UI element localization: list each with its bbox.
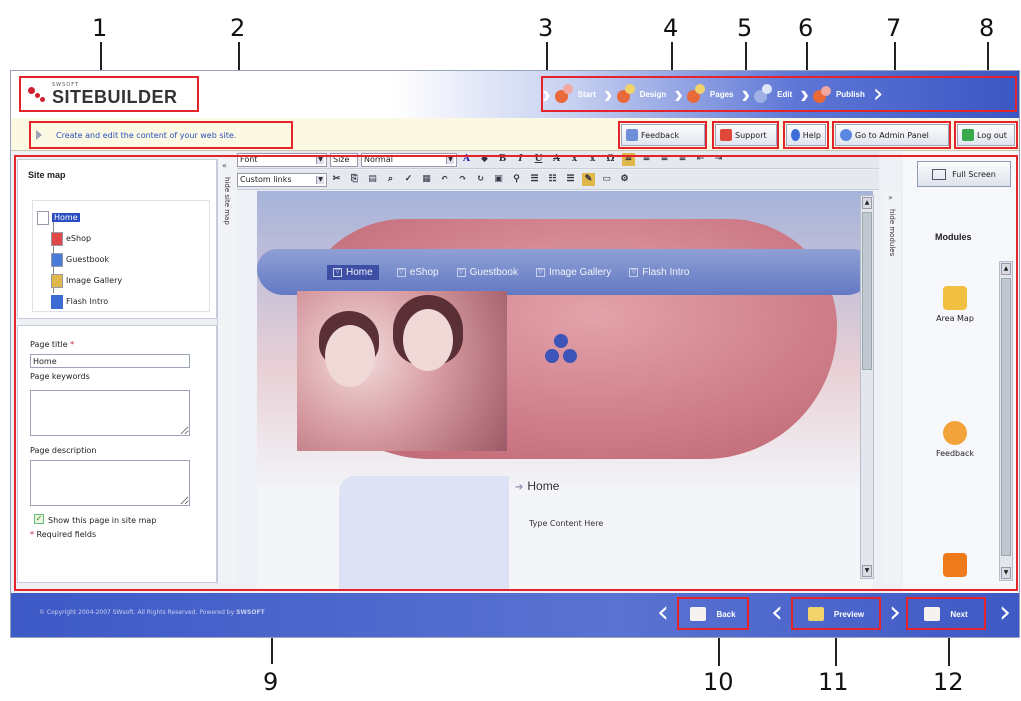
callout-7: 7	[886, 14, 902, 42]
chevron-left-icon: ‹	[657, 595, 669, 630]
highlight-steps	[541, 76, 1017, 112]
chevron-right-icon: ›	[889, 595, 901, 630]
chevron-left-icon: ‹	[771, 595, 783, 630]
callout-3: 3	[538, 14, 554, 42]
highlight-admin	[832, 121, 951, 149]
callout-leader	[718, 634, 720, 666]
copyright-text: © Copyright 2004-2007 SWsoft. All Rights…	[39, 609, 265, 616]
highlight-support	[712, 121, 779, 149]
callout-4: 4	[663, 14, 679, 42]
highlight-hint	[29, 121, 293, 149]
highlight-help	[783, 121, 829, 149]
callout-8: 8	[979, 14, 995, 42]
highlight-logout	[954, 121, 1018, 149]
callout-10: 10	[703, 668, 734, 696]
callout-leader	[835, 634, 837, 666]
callout-2: 2	[230, 14, 246, 42]
callout-6: 6	[798, 14, 814, 42]
callout-12: 12	[933, 668, 964, 696]
callout-5: 5	[737, 14, 753, 42]
highlight-back	[677, 597, 749, 630]
sitebuilder-window: SWSOFT SITEBUILDER › Start › Design › Pa…	[10, 70, 1020, 638]
highlight-logo	[19, 76, 199, 112]
highlight-feedback	[618, 121, 707, 149]
callout-9: 9	[263, 668, 279, 696]
callout-11: 11	[818, 668, 849, 696]
callout-leader	[948, 634, 950, 666]
callout-1: 1	[92, 14, 108, 42]
highlight-next	[906, 597, 986, 630]
chevron-right-icon: ›	[999, 595, 1011, 630]
highlight-preview	[791, 597, 881, 630]
highlight-workspace	[14, 155, 1018, 591]
